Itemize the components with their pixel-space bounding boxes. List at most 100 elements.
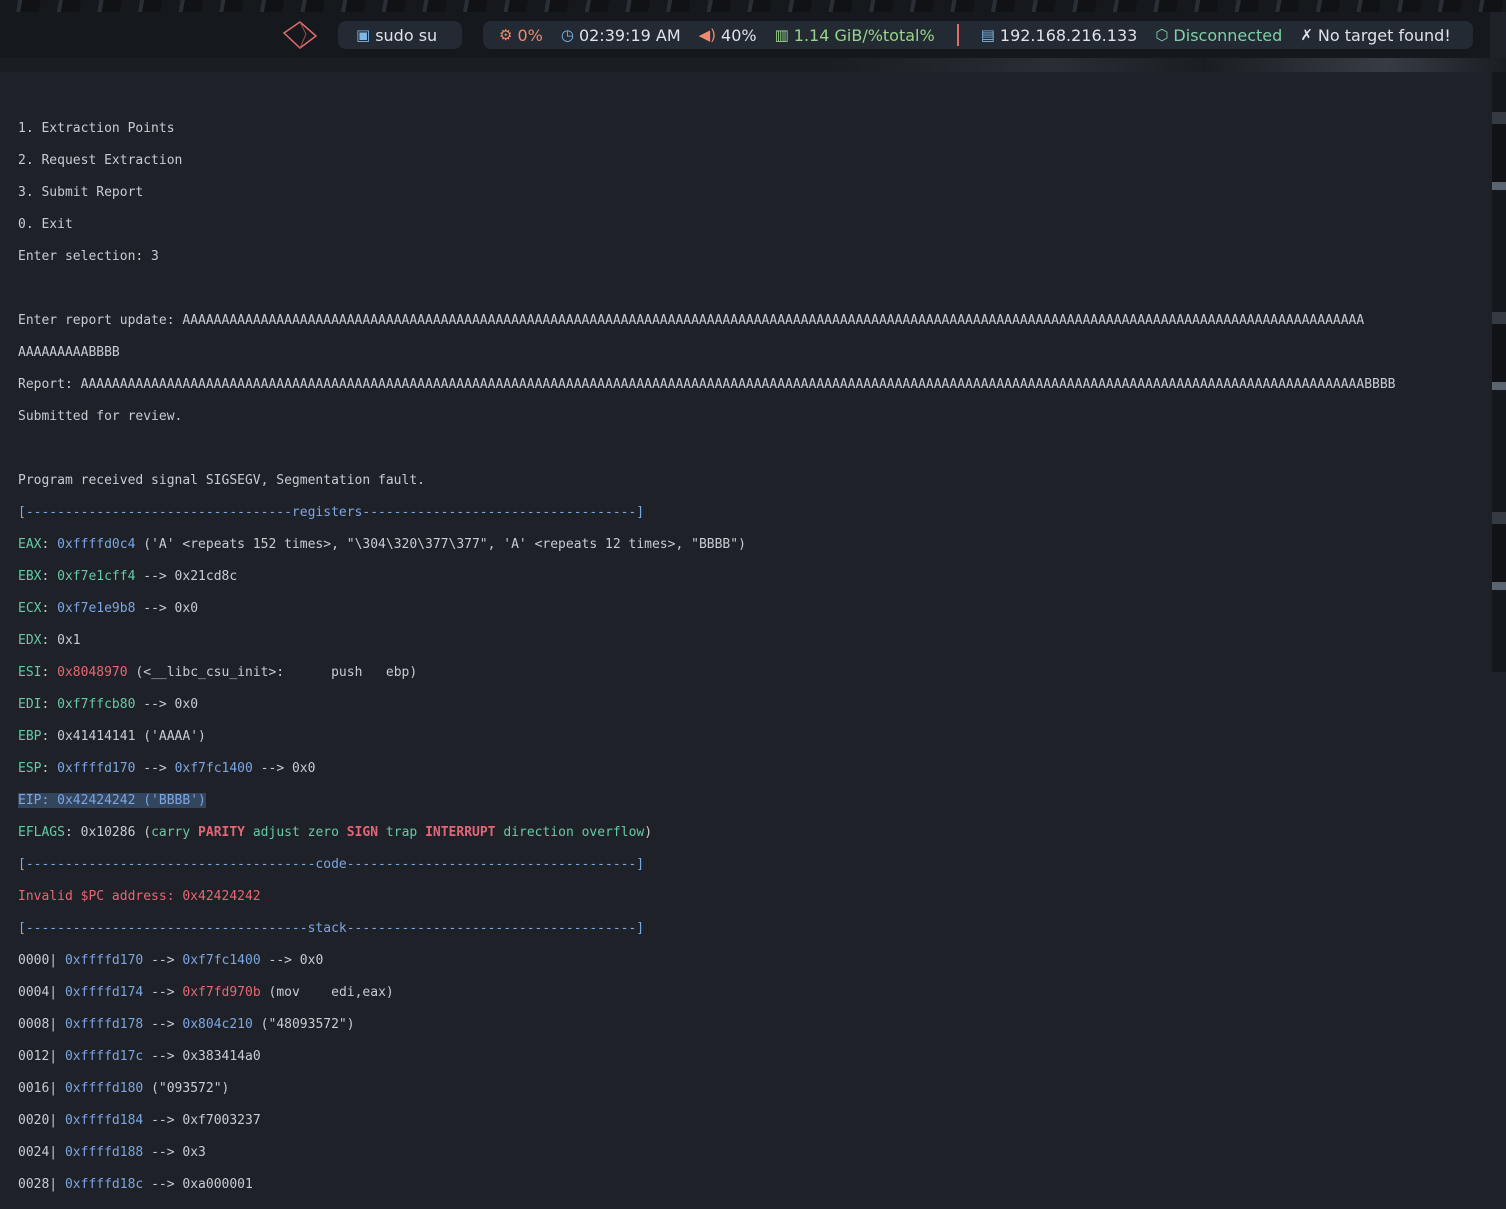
menu-item: 3. Submit Report [18, 185, 144, 200]
register-ecx: ECX: 0xf7e1e9b8 --> 0x0 [18, 601, 199, 616]
memory-usage: 1.14 GiB/%total% [793, 25, 935, 45]
logo-icon[interactable] [282, 20, 318, 50]
stack-value: 0xf7fc1400 [182, 953, 261, 968]
register-name: ECX [18, 601, 42, 616]
register-name: EAX [18, 537, 42, 552]
clock-time: 02:39:19 AM [578, 25, 681, 45]
stack-row: 0004| 0xffffd174 --> 0xf7fd970b (mov edi… [18, 985, 1396, 1001]
stack-offset: 0008| [18, 1017, 65, 1032]
terminal-window[interactable]: 1. Extraction Points 2. Request Extracti… [0, 72, 1492, 1192]
register-eip: EIP: 0x42424242 ('BBBB') [18, 793, 1396, 809]
network-icon: ▤ [980, 26, 995, 44]
stack-address: 0xffffd17c [64, 1049, 144, 1064]
register-name: EIP [18, 793, 42, 808]
register-name: EBP [18, 729, 42, 744]
shell-workspace-pill[interactable]: ▣ sudo su [338, 21, 462, 49]
wallpaper-strip [0, 58, 1506, 72]
signal-message: Program received signal SIGSEGV, Segment… [18, 473, 425, 488]
stack-detail: ("093572") [143, 1081, 230, 1096]
register-detail: --> 0x0 [252, 761, 316, 776]
stack-detail: --> 0x0 [260, 953, 324, 968]
register-value: 0xffffd0c4 [57, 537, 136, 552]
register-name: ESI [18, 665, 42, 680]
paren: ( [135, 825, 152, 840]
report-input: AAAAAAAAAAAAAAAAAAAAAAAAAAAAAAAAAAAAAAAA… [182, 313, 1365, 328]
register-edx: EDX: 0x1 [18, 633, 81, 648]
ip-widget[interactable]: ▤ 192.168.216.133 [981, 26, 1138, 45]
register-detail: --> 0x0 [135, 601, 199, 616]
system-stats-pill: ⚙ 0% ◷ 02:39:19 AM ◀) 40% ▥ 1.14 GiB/%to… [483, 21, 1473, 49]
stack-address: 0xffffd170 [64, 953, 144, 968]
stack-offset: 0024| [18, 1145, 65, 1160]
stack-value: 0xf7fd970b [182, 985, 261, 1000]
cpu-usage: 0% [517, 25, 543, 45]
stack-detail: --> 0xf7003237 [143, 1113, 261, 1128]
stack-row: 0028| 0xffffd18c --> 0xa000001 [18, 1177, 1396, 1193]
report-prompt-label: Enter report update: [18, 313, 183, 328]
vpn-icon: ⬡ [1155, 26, 1169, 44]
register-name: EDX [18, 633, 42, 648]
register-esi: ESI: 0x8048970 (<__libc_csu_init>: push … [18, 665, 418, 680]
stack-detail: (mov edi,eax) [260, 985, 394, 1000]
arrow: --> [143, 953, 183, 968]
code-header: [-------------------------------------co… [18, 857, 645, 872]
target-widget[interactable]: ✗ No target found! [1300, 26, 1450, 45]
register-name: EFLAGS [18, 825, 65, 840]
cpu-icon: ⚙ [499, 26, 513, 44]
volume-widget[interactable]: ◀) 40% [699, 26, 757, 45]
stack-offset: 0020| [18, 1113, 65, 1128]
register-detail: ('A' <repeats 152 times>, "\304\320\377\… [135, 537, 746, 552]
stack-offset: 0028| [18, 1177, 65, 1192]
report-echo-value: AAAAAAAAAAAAAAAAAAAAAAAAAAAAAAAAAAAAAAAA… [80, 377, 1396, 392]
menu-item: 0. Exit [18, 217, 73, 232]
stack-value: 0x804c210 [182, 1017, 253, 1032]
stack-row: 0008| 0xffffd178 --> 0x804c210 ("4809357… [18, 1017, 1396, 1033]
register-value: 0xffffd170 [57, 761, 136, 776]
register-value: 0xf7e1e9b8 [57, 601, 136, 616]
register-value: 0x41414141 ('AAAA') [57, 729, 206, 744]
terminal-icon: ▣ [356, 26, 371, 44]
register-value: 0x1 [57, 633, 81, 648]
ip-address: 192.168.216.133 [999, 25, 1138, 45]
report-input-line: Enter report update: AAAAAAAAAAAAAAAAAAA… [18, 313, 1396, 329]
register-detail: --> 0x0 [135, 697, 199, 712]
flag-adjust: adjust [245, 825, 308, 840]
stack-offset: 0012| [18, 1049, 65, 1064]
memory-widget[interactable]: ▥ 1.14 GiB/%total% [775, 26, 935, 45]
stack-detail: --> 0xa000001 [143, 1177, 253, 1192]
menu-item: 1. Extraction Points [18, 121, 175, 136]
submitted-message: Submitted for review. [18, 409, 183, 424]
report-echo-line: Report: AAAAAAAAAAAAAAAAAAAAAAAAAAAAAAAA… [18, 377, 1396, 393]
register-value: 0x10286 [80, 825, 136, 840]
flag-overflow: overflow [581, 825, 645, 840]
arrow: --> [135, 761, 175, 776]
paren: ) [644, 825, 653, 840]
report-echo-label: Report: [18, 377, 81, 392]
flag-direction: direction [495, 825, 582, 840]
flag-parity: PARITY [198, 825, 246, 840]
stack-detail: --> 0x383414a0 [143, 1049, 261, 1064]
register-name: ESP [18, 761, 42, 776]
eip-highlight: EIP: 0x42424242 ('BBBB') [18, 793, 206, 808]
register-value: 0xf7ffcb80 [57, 697, 136, 712]
stack-row: 0020| 0xffffd184 --> 0xf7003237 [18, 1113, 1396, 1129]
register-eax: EAX: 0xffffd0c4 ('A' <repeats 152 times>… [18, 537, 746, 552]
stack-detail: --> 0x3 [143, 1145, 206, 1160]
stack-row: 0012| 0xffffd17c --> 0x383414a0 [18, 1049, 1396, 1065]
clock-widget[interactable]: ◷ 02:39:19 AM [561, 26, 681, 45]
register-value: 0xf7e1cff4 [57, 569, 136, 584]
stack-offset: 0016| [18, 1081, 65, 1096]
report-input-wrap: AAAAAAAAABBBB [18, 345, 120, 360]
vpn-widget[interactable]: ⬡ Disconnected [1155, 26, 1282, 45]
shell-label: sudo su [375, 25, 438, 45]
vpn-status: Disconnected [1173, 25, 1283, 45]
top-status-bar: ▣ sudo su ⚙ 0% ◷ 02:39:19 AM ◀) 40% ▥ 1.… [0, 12, 1490, 58]
stack-row: 0016| 0xffffd180 ("093572") [18, 1081, 1396, 1097]
register-esp: ESP: 0xffffd170 --> 0xf7fc1400 --> 0x0 [18, 761, 316, 776]
cpu-widget[interactable]: ⚙ 0% [499, 26, 543, 45]
invalid-pc-message: Invalid $PC address: 0x42424242 [18, 889, 261, 904]
register-detail: --> 0x21cd8c [135, 569, 238, 584]
flag-carry: carry [151, 825, 199, 840]
arrow: --> [143, 1017, 183, 1032]
